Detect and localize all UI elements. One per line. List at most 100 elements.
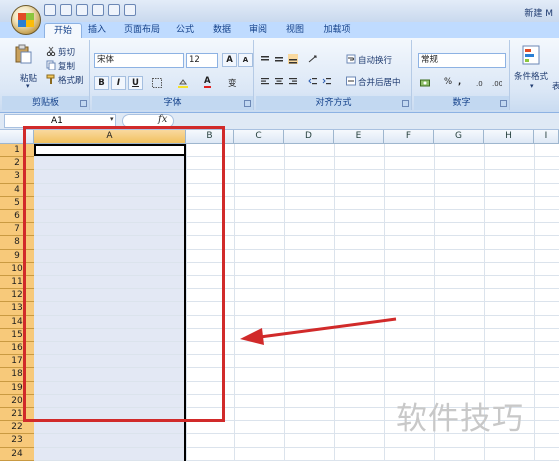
increase-indent-icon[interactable] bbox=[322, 76, 332, 86]
tab-add-ins[interactable]: 加载项 bbox=[318, 23, 356, 38]
active-cell[interactable] bbox=[34, 144, 186, 156]
tab-page-layout[interactable]: 页面布局 bbox=[117, 23, 167, 38]
shrink-font-button[interactable]: A bbox=[238, 53, 253, 67]
row-header[interactable]: 13 bbox=[0, 302, 34, 316]
fill-color-icon[interactable] bbox=[178, 78, 188, 88]
clipboard-launcher-icon[interactable] bbox=[80, 100, 87, 107]
save-icon[interactable] bbox=[44, 4, 56, 16]
row-header[interactable]: 6 bbox=[0, 210, 34, 224]
phonetic-button[interactable]: 变 bbox=[228, 77, 237, 89]
font-size-select[interactable]: 12 bbox=[186, 53, 218, 68]
tab-formulas[interactable]: 公式 bbox=[172, 23, 198, 38]
new-document-icon[interactable] bbox=[124, 4, 136, 16]
row-header[interactable]: 5 bbox=[0, 196, 34, 210]
format-painter-icon[interactable] bbox=[46, 74, 56, 84]
row-header[interactable]: 1 bbox=[0, 144, 34, 158]
row-header[interactable]: 22 bbox=[0, 421, 34, 435]
column-header-b[interactable]: B bbox=[186, 130, 234, 144]
row-header[interactable]: 12 bbox=[0, 289, 34, 303]
column-header-g[interactable]: G bbox=[434, 130, 484, 144]
decrease-indent-icon[interactable] bbox=[308, 76, 318, 86]
bold-button[interactable]: B bbox=[94, 76, 109, 90]
align-top-icon[interactable] bbox=[260, 54, 270, 64]
row-header[interactable]: 24 bbox=[0, 447, 34, 461]
comma-button[interactable]: , bbox=[458, 77, 461, 87]
increase-decimal-icon[interactable]: .0 bbox=[476, 78, 486, 88]
wrap-text-icon[interactable] bbox=[346, 54, 356, 64]
row-header[interactable]: 4 bbox=[0, 183, 34, 197]
row-header[interactable]: 11 bbox=[0, 276, 34, 290]
merge-center-button[interactable]: 合并后居中 bbox=[358, 76, 401, 88]
row-header[interactable]: 20 bbox=[0, 394, 34, 408]
italic-button[interactable]: I bbox=[111, 76, 126, 90]
copy-button[interactable]: 复制 bbox=[58, 60, 75, 72]
tab-view[interactable]: 视图 bbox=[282, 23, 308, 38]
select-all-button[interactable] bbox=[0, 130, 34, 144]
align-left-icon[interactable] bbox=[260, 76, 270, 86]
tab-insert[interactable]: 插入 bbox=[84, 23, 110, 38]
clipboard-group-label: 剪贴板 bbox=[2, 96, 89, 110]
font-launcher-icon[interactable] bbox=[244, 100, 251, 107]
row-header[interactable]: 9 bbox=[0, 249, 34, 263]
number-format-select[interactable]: 常规 bbox=[418, 53, 506, 68]
row-header[interactable]: 8 bbox=[0, 236, 34, 250]
column-header-a[interactable]: A bbox=[34, 130, 186, 144]
conditional-formatting-button[interactable]: 条件格式 bbox=[514, 70, 548, 82]
row-header[interactable]: 17 bbox=[0, 355, 34, 369]
column-header-d[interactable]: D bbox=[284, 130, 334, 144]
conditional-formatting-icon[interactable] bbox=[522, 44, 542, 66]
orientation-icon[interactable] bbox=[308, 54, 318, 64]
row-header[interactable]: 16 bbox=[0, 342, 34, 356]
tab-home[interactable]: 开始 bbox=[44, 23, 82, 38]
open-icon[interactable] bbox=[108, 4, 120, 16]
row-header[interactable]: 14 bbox=[0, 315, 34, 329]
column-header-c[interactable]: C bbox=[234, 130, 284, 144]
office-button[interactable] bbox=[11, 5, 41, 35]
font-family-select[interactable]: 宋体 bbox=[94, 53, 184, 68]
column-header-h[interactable]: H bbox=[484, 130, 534, 144]
row-header[interactable]: 3 bbox=[0, 170, 34, 184]
merge-center-icon[interactable] bbox=[346, 76, 356, 86]
row-header[interactable]: 10 bbox=[0, 262, 34, 276]
undo-icon[interactable] bbox=[60, 4, 72, 16]
alignment-launcher-icon[interactable] bbox=[402, 100, 409, 107]
cut-button[interactable]: 剪切 bbox=[58, 46, 75, 58]
conditional-formatting-dropdown-icon[interactable]: ▾ bbox=[530, 82, 534, 90]
currency-icon[interactable] bbox=[420, 78, 430, 88]
row-header[interactable]: 18 bbox=[0, 368, 34, 382]
align-right-icon[interactable] bbox=[288, 76, 298, 86]
align-center-icon[interactable] bbox=[274, 76, 284, 86]
row-header[interactable]: 21 bbox=[0, 408, 34, 422]
column-header-f[interactable]: F bbox=[384, 130, 434, 144]
grow-font-button[interactable]: A bbox=[222, 53, 237, 67]
print-preview-icon[interactable] bbox=[92, 4, 104, 16]
redo-icon[interactable] bbox=[76, 4, 88, 16]
format-as-table-button[interactable]: 表 bbox=[552, 80, 559, 92]
format-painter-button[interactable]: 格式刷 bbox=[58, 74, 84, 86]
column-header-i[interactable]: I bbox=[534, 130, 559, 144]
align-middle-icon[interactable] bbox=[274, 54, 284, 64]
column-header-e[interactable]: E bbox=[334, 130, 384, 144]
percent-button[interactable]: % bbox=[444, 77, 452, 87]
paste-dropdown-icon[interactable]: ▾ bbox=[26, 82, 30, 90]
row-header[interactable]: 7 bbox=[0, 223, 34, 237]
name-box[interactable]: A1 bbox=[4, 114, 116, 128]
wrap-text-button[interactable]: 自动换行 bbox=[358, 54, 392, 66]
row-header[interactable]: 23 bbox=[0, 434, 34, 448]
decrease-decimal-icon[interactable]: .00 bbox=[492, 78, 502, 88]
tab-data[interactable]: 数据 bbox=[209, 23, 235, 38]
paste-icon[interactable] bbox=[14, 44, 32, 64]
row-header[interactable]: 19 bbox=[0, 381, 34, 395]
name-box-dropdown-icon[interactable]: ▾ bbox=[110, 115, 114, 123]
align-bottom-icon[interactable] bbox=[288, 54, 298, 64]
copy-icon[interactable] bbox=[46, 60, 56, 70]
underline-button[interactable]: U bbox=[128, 76, 143, 90]
number-launcher-icon[interactable] bbox=[500, 100, 507, 107]
borders-icon[interactable] bbox=[152, 78, 162, 88]
row-header[interactable]: 2 bbox=[0, 157, 34, 171]
tab-review[interactable]: 审阅 bbox=[245, 23, 271, 38]
row-header[interactable]: 15 bbox=[0, 328, 34, 342]
insert-function-icon[interactable]: fx bbox=[158, 114, 167, 125]
cut-icon[interactable] bbox=[46, 46, 56, 56]
font-color-button[interactable]: A bbox=[204, 76, 211, 88]
